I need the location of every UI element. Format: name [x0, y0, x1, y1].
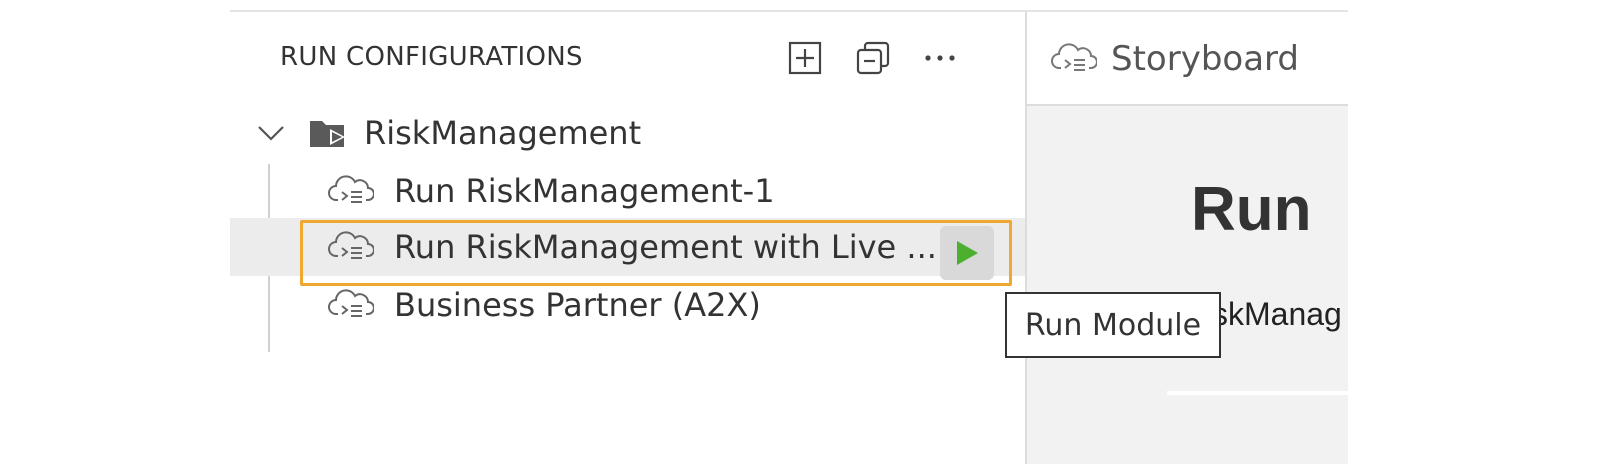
content-title: Run: [1191, 175, 1312, 244]
cloud-run-icon: [328, 231, 374, 259]
tree-item[interactable]: Run RiskManagement-1: [230, 162, 1025, 220]
tree-item[interactable]: Business Partner (A2X): [230, 276, 1025, 334]
run-module-tooltip: Run Module: [1005, 292, 1221, 358]
tree-item-label: Run RiskManagement with Live ...: [394, 228, 937, 266]
tree-item-label: Run RiskManagement-1: [394, 172, 775, 210]
folder-run-icon: [310, 121, 345, 147]
panel-title: RUN CONFIGURATIONS: [280, 42, 583, 72]
run-module-button[interactable]: [940, 226, 994, 280]
tree-item-label: Business Partner (A2X): [394, 286, 761, 324]
more-actions-icon[interactable]: [922, 40, 958, 76]
content-divider: [1167, 391, 1348, 395]
editor-area: Storyboard Run skManag: [1027, 12, 1348, 464]
tab-storyboard[interactable]: Storyboard: [1027, 12, 1348, 106]
content-subtitle: skManag: [1212, 296, 1342, 332]
cloud-run-icon: [328, 175, 374, 203]
tab-label: Storyboard: [1111, 39, 1299, 79]
tree-root-riskmanagement[interactable]: RiskManagement: [230, 104, 1025, 162]
storyboard-content: Run skManag: [1027, 106, 1348, 464]
add-config-icon[interactable]: [787, 40, 823, 76]
tree-root-label: RiskManagement: [364, 114, 642, 152]
cloud-run-icon: [328, 289, 374, 317]
cloud-run-icon: [1051, 43, 1097, 71]
collapse-all-icon[interactable]: [855, 40, 891, 76]
tree-item-selected[interactable]: Run RiskManagement with Live ...: [230, 218, 1025, 276]
play-icon: [957, 241, 978, 265]
run-configurations-panel: RUN CONFIGURATIONS RiskManagement Run Ri…: [230, 12, 1025, 464]
chevron-down-icon[interactable]: [256, 120, 286, 144]
